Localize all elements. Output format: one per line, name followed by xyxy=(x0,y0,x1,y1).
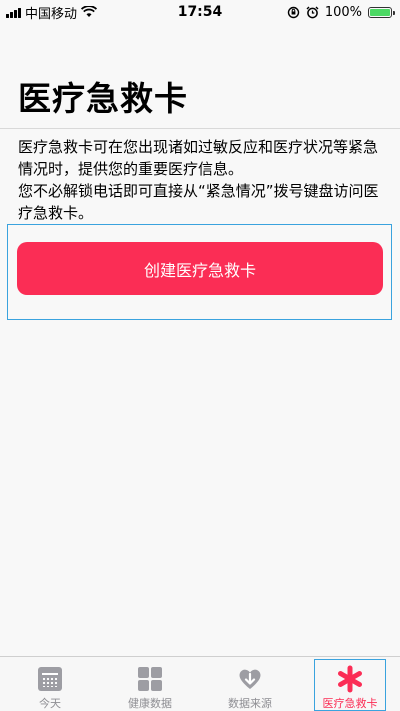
page-title: 医疗急救卡 xyxy=(18,79,188,118)
carrier-label: 中国移动 xyxy=(25,6,78,22)
tab-bar: 今天 健康数据 数据来源 医疗急救卡 xyxy=(0,656,400,711)
tab-health-data[interactable]: 健康数据 xyxy=(100,657,200,711)
heart-download-icon xyxy=(237,665,263,693)
calendar-icon xyxy=(38,665,62,693)
description-paragraph-1: 医疗急救卡可在您出现诸如过敏反应和医疗状况等紧急情况时，提供您的重要医疗信息。 xyxy=(18,138,379,178)
wifi-icon xyxy=(81,6,98,17)
grid-icon xyxy=(138,665,162,693)
status-bar: 中国移动 17:54 100% xyxy=(0,0,400,24)
tab-health-data-label: 健康数据 xyxy=(128,697,172,710)
description: 医疗急救卡可在您出现诸如过敏反应和医疗状况等紧急情况时，提供您的重要医疗信息。 … xyxy=(18,136,386,224)
tab-today-label: 今天 xyxy=(39,697,61,710)
title-divider xyxy=(0,128,400,129)
signal-icon xyxy=(6,6,21,18)
alarm-icon xyxy=(306,6,319,18)
tab-medical-id-label: 医疗急救卡 xyxy=(322,697,378,710)
description-paragraph-2: 您不必解锁电话即可直接从“紧急情况”拨号键盘访问医疗急救卡。 xyxy=(18,182,379,222)
orientation-lock-icon xyxy=(287,6,300,18)
battery-fill xyxy=(370,8,390,16)
tab-today[interactable]: 今天 xyxy=(0,657,100,711)
status-left: 中国移动 xyxy=(6,0,98,24)
medical-asterisk-icon xyxy=(336,665,364,693)
tab-sources[interactable]: 数据来源 xyxy=(200,657,300,711)
tab-sources-label: 数据来源 xyxy=(228,697,272,710)
tab-medical-id[interactable]: 医疗急救卡 xyxy=(300,657,400,711)
status-right: 100% xyxy=(287,0,395,24)
battery-percent: 100% xyxy=(324,4,362,20)
create-medical-id-button[interactable]: 创建医疗急救卡 xyxy=(17,242,383,295)
battery-icon xyxy=(368,6,395,18)
